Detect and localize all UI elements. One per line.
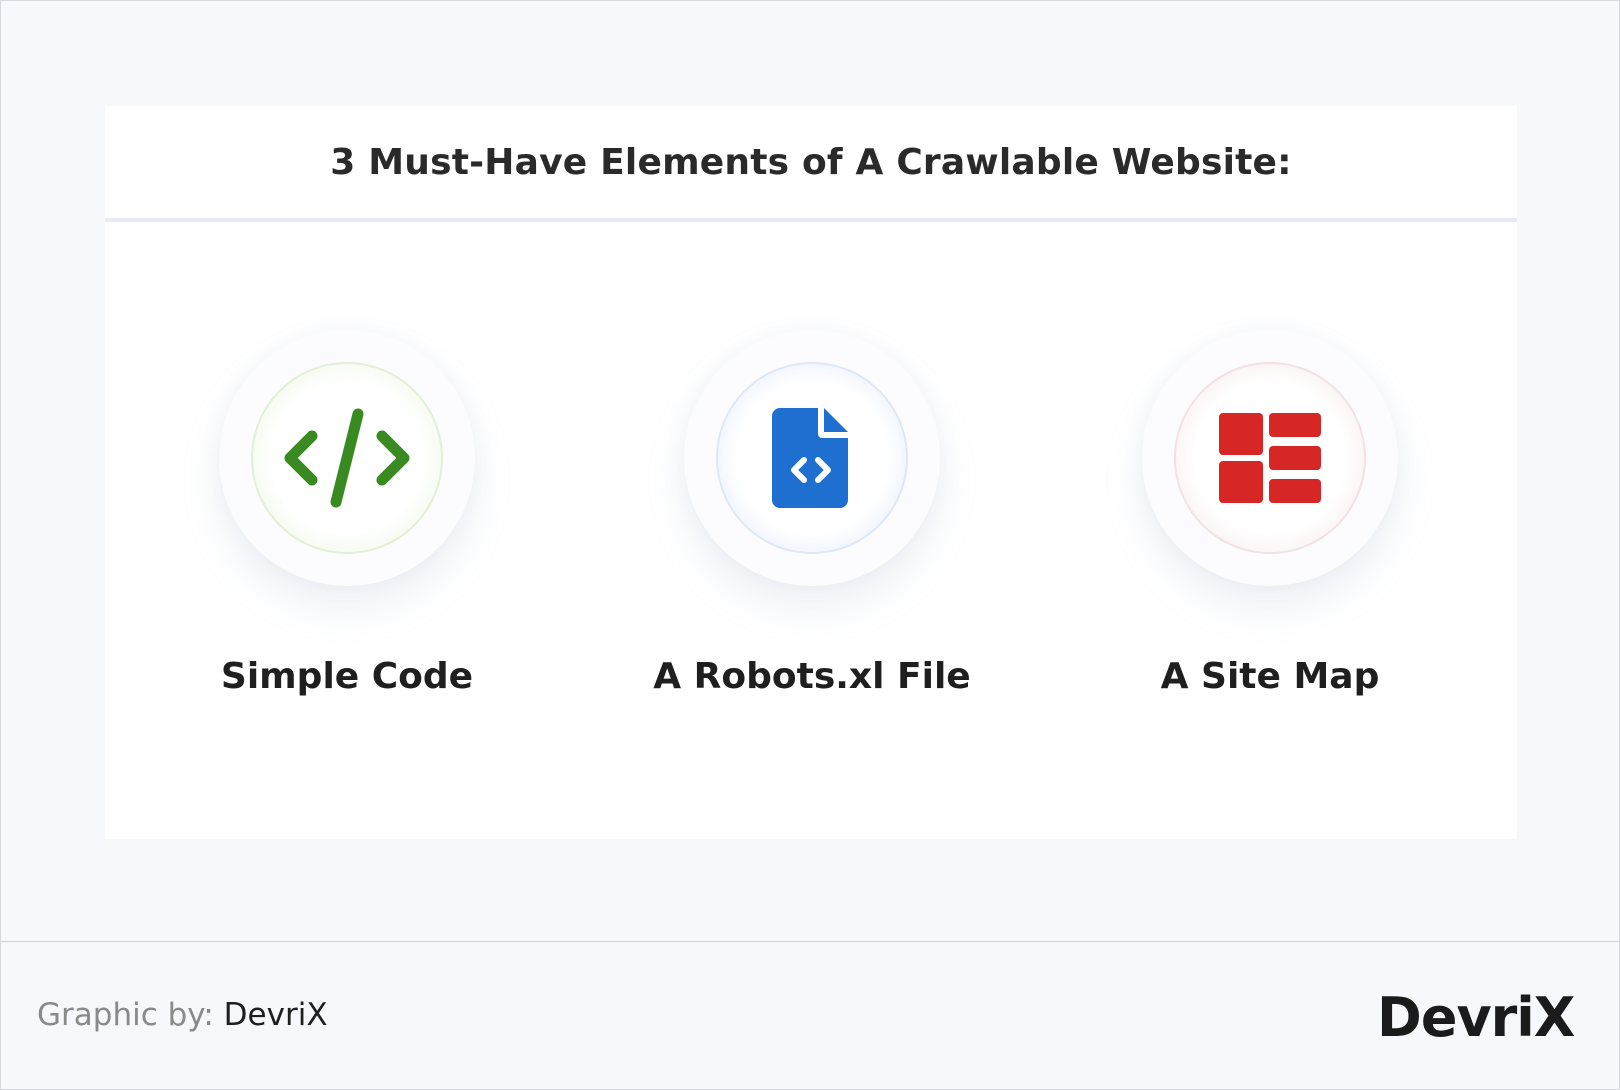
icon-circle [251,362,443,554]
code-file-icon [772,408,848,508]
item-label: A Robots.xl File [653,656,971,697]
infographic-frame: 3 Must-Have Elements of A Crawlable Webs… [0,0,1620,1090]
icon-halo [1142,330,1398,586]
element-item-site-map: A Site Map [1030,106,1510,839]
logo-wordmark: DevriX [1377,986,1575,1049]
icon-circle [1174,362,1366,554]
icon-halo [684,330,940,586]
element-item-robots-file: A Robots.xl File [572,106,1052,839]
footer-divider [1,941,1619,942]
code-icon [284,408,410,508]
icon-halo [219,330,475,586]
credit-prefix: Graphic by: [37,997,214,1033]
element-item-simple-code: Simple Code [107,106,587,839]
icon-circle [716,362,908,554]
item-label: A Site Map [1160,656,1380,697]
devrix-logo: DevriX [1377,973,1587,1063]
site-map-icon [1219,413,1321,503]
content-card: 3 Must-Have Elements of A Crawlable Webs… [105,106,1517,839]
credit-brand: DevriX [223,997,328,1033]
item-label: Simple Code [220,656,474,697]
graphic-credit: Graphic by: DevriX [37,995,328,1035]
